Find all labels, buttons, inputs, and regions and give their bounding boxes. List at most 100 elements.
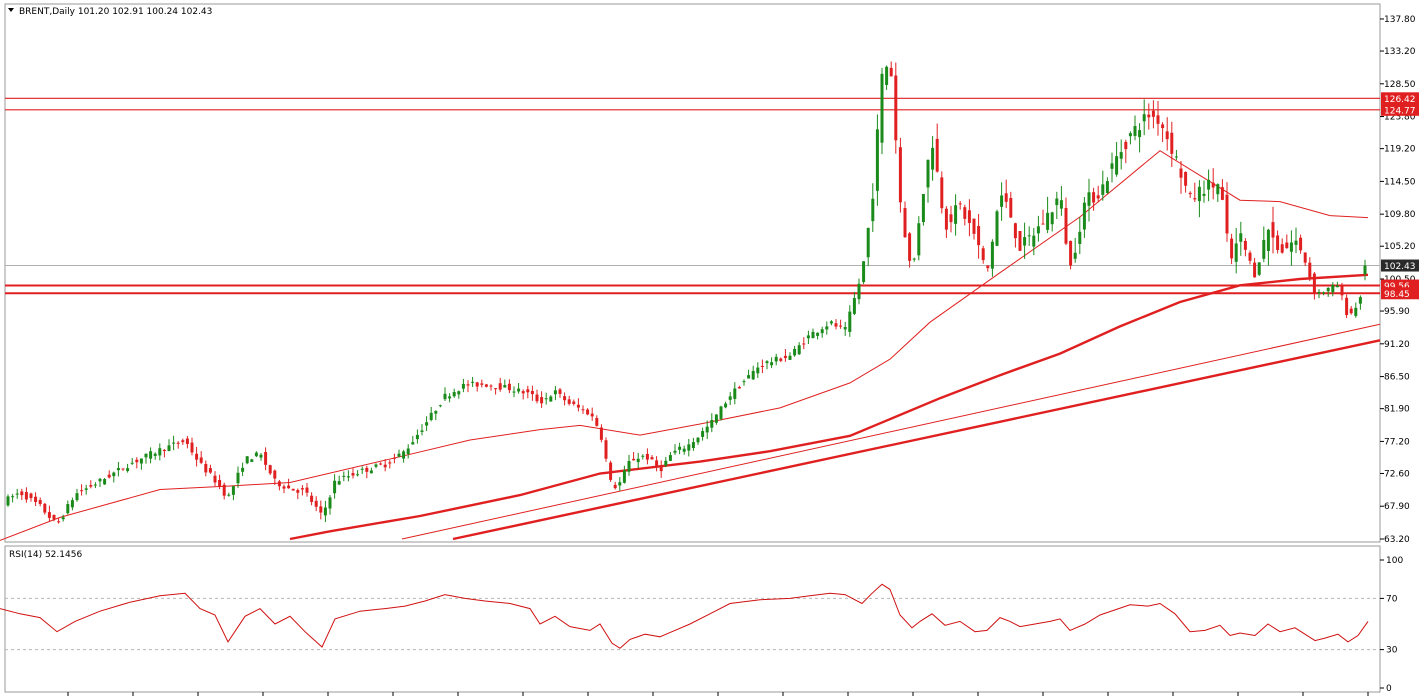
candle-body — [834, 323, 838, 327]
candle-body — [402, 451, 406, 459]
candle-body — [788, 355, 792, 360]
candle-body — [1009, 197, 1013, 218]
candle-body — [1354, 307, 1358, 316]
candle-body — [1078, 231, 1082, 244]
candle-body — [1289, 242, 1293, 252]
candle-body — [668, 455, 672, 461]
candle-body — [365, 467, 369, 472]
candle-body — [1018, 230, 1022, 251]
candle-body — [20, 491, 24, 496]
candle-body — [190, 442, 194, 453]
candle-body — [1239, 233, 1243, 242]
rsi-axis: 100 70 30 0 — [1380, 556, 1403, 694]
candle-body — [379, 463, 383, 465]
price-axis-label: 114.50 — [1384, 177, 1416, 187]
candle-body — [774, 356, 778, 362]
candle-body — [139, 458, 143, 464]
candle-body — [747, 375, 751, 379]
candle-body — [848, 311, 852, 332]
candle-body — [448, 396, 452, 399]
candle-body — [521, 391, 525, 394]
candle-body — [673, 450, 677, 453]
candle-body — [291, 488, 295, 491]
candle-body — [1000, 195, 1004, 207]
candle-body — [1358, 297, 1362, 304]
candle-body — [958, 203, 962, 205]
candle-body — [66, 504, 70, 514]
trendline-1-line — [401, 323, 1381, 540]
candle-body — [1050, 212, 1054, 225]
candle-body — [149, 451, 153, 459]
rsi-level-lines — [5, 597, 1380, 651]
candle-body — [346, 476, 350, 478]
candle-body — [1266, 229, 1270, 251]
candle-body — [581, 409, 585, 411]
candle-body — [544, 398, 548, 400]
candle-body — [1101, 184, 1105, 195]
candle-body — [1147, 114, 1151, 118]
candle-body — [802, 343, 806, 345]
candle-body — [461, 383, 465, 389]
candle-body — [627, 461, 631, 472]
candle-body — [319, 506, 323, 513]
rsi-header: RSI(14) 52.1456 — [9, 550, 82, 560]
candle-body — [1322, 292, 1326, 294]
candle-body — [392, 457, 396, 459]
candle-body — [1331, 284, 1335, 293]
candle-body — [954, 205, 958, 224]
candle-body — [489, 385, 493, 387]
candle-body — [162, 449, 166, 452]
price-axis-label: 63.20 — [1384, 535, 1410, 545]
triangle-down-icon[interactable] — [8, 8, 14, 12]
candle-body — [1023, 237, 1027, 246]
candle-body — [908, 233, 912, 261]
candle-body — [793, 348, 797, 356]
candle-body — [645, 453, 649, 460]
candle-body — [678, 446, 682, 450]
candle-body — [687, 444, 691, 451]
trendline-2-line — [452, 339, 1381, 541]
candle-body — [43, 503, 47, 513]
candle-body — [484, 384, 488, 387]
candle-body — [107, 474, 111, 478]
candle-body — [540, 397, 544, 404]
candle-body — [208, 468, 212, 473]
candle-body — [553, 390, 557, 395]
candle-body — [682, 448, 686, 452]
candle-body — [406, 448, 410, 455]
rsi-axis-label: 70 — [1386, 594, 1398, 604]
candle-body — [1128, 133, 1132, 137]
price-axis-label: 67.90 — [1384, 502, 1410, 512]
candle-body — [277, 481, 281, 487]
candle-body — [273, 470, 277, 479]
candle-body — [360, 468, 364, 470]
candle-body — [443, 393, 447, 400]
candle-body — [512, 391, 516, 393]
candle-body — [1243, 240, 1247, 250]
candle-body — [227, 494, 231, 496]
candle-body — [622, 470, 626, 483]
candle-body — [949, 214, 953, 223]
candle-body — [1170, 132, 1174, 154]
candle-body — [420, 430, 424, 432]
candle-body — [981, 248, 985, 261]
candle-body — [609, 462, 613, 480]
candle-body — [641, 455, 645, 457]
price-axis-label: 109.80 — [1384, 210, 1416, 220]
candle-body — [1276, 235, 1280, 250]
candle-body — [296, 490, 300, 493]
candle-body — [167, 445, 171, 452]
symbol-header: BRENT,Daily 101.20 102.91 100.24 102.43 — [19, 7, 212, 17]
candle-body — [1156, 115, 1160, 124]
candle-body — [1069, 240, 1073, 266]
candle-body — [6, 496, 10, 506]
candle-body — [268, 465, 272, 474]
candle-body — [590, 413, 594, 417]
candle-body — [1349, 308, 1353, 314]
candle-body — [1303, 252, 1307, 263]
horizontal-levels[interactable] — [5, 97, 1380, 295]
candle-body — [282, 486, 286, 489]
rsi-axis-label: 30 — [1386, 646, 1398, 656]
candle-body — [1161, 124, 1165, 129]
price-axis-label: 91.20 — [1384, 340, 1410, 350]
